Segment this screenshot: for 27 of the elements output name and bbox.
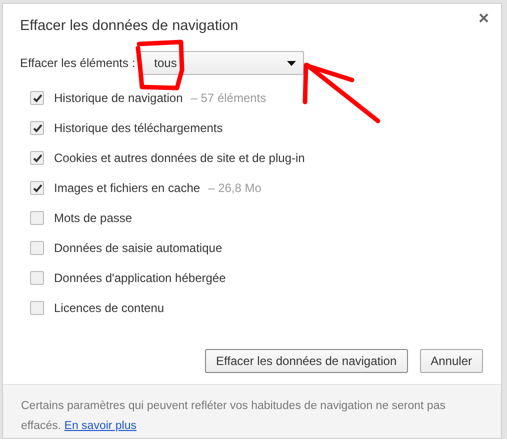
option-label: Données de saisie automatique [54, 241, 222, 255]
checkbox[interactable] [30, 301, 44, 315]
dialog-title: Effacer les données de navigation [20, 18, 240, 34]
option-label: Historique des téléchargements [54, 121, 223, 135]
option-label: Mots de passe [54, 211, 132, 225]
checkbox[interactable] [30, 121, 44, 135]
option-detail: – 26,8 Mo [208, 181, 262, 195]
checkbox[interactable] [30, 241, 44, 255]
option-label: Historique de navigation [54, 91, 183, 105]
range-dropdown[interactable]: tous [139, 51, 304, 75]
option-label: Licences de contenu [54, 301, 164, 315]
checkbox[interactable] [30, 151, 44, 165]
clear-button[interactable]: Effacer les données de navigation [205, 349, 408, 373]
checkbox[interactable] [30, 91, 44, 105]
option-label: Données d'application hébergée [54, 271, 226, 285]
footer-note: Certains paramètres qui peuvent refléter vos habitudes de navigation ne seront pas effacés. En savoir plus [3, 384, 501, 438]
range-label: Effacer les éléments : [20, 56, 136, 70]
option-detail: – 57 éléments [190, 91, 266, 105]
checkbox[interactable] [30, 181, 44, 195]
checkbox[interactable] [30, 211, 44, 225]
option-label: Images et fichiers en cache [54, 181, 200, 195]
close-button[interactable]: × [474, 8, 493, 29]
caret-icon [287, 60, 296, 66]
cancel-button[interactable]: Annuler [420, 349, 483, 373]
learn-more-link[interactable]: En savoir plus [64, 420, 137, 432]
checkbox[interactable] [30, 271, 44, 285]
option-label: Cookies et autres données de site et de plug-in [54, 151, 305, 165]
